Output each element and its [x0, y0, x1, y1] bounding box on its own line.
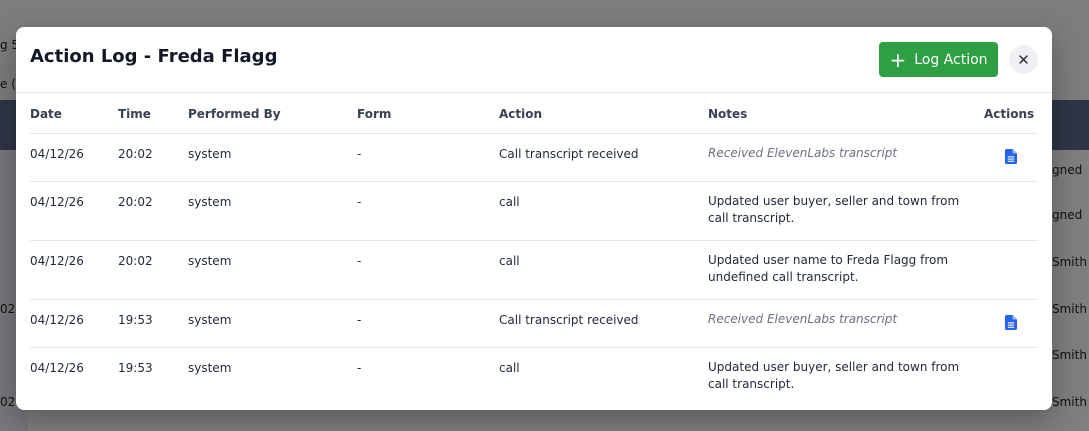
column-header-actions: Actions [984, 107, 1035, 121]
action-log-table: Date Time Performed By Form Action Notes… [30, 93, 1038, 406]
cell-date: 04/12/26 [30, 147, 84, 161]
table-row: 04/12/26 20:02 system - call Updated use… [30, 241, 1038, 300]
column-header-notes: Notes [708, 107, 748, 121]
cell-time: 19:53 [118, 313, 153, 327]
column-header-time: Time [118, 107, 151, 121]
cell-time: 19:53 [118, 361, 153, 375]
cell-performed-by: system [188, 254, 232, 268]
cell-action: Call transcript received [499, 313, 639, 327]
cell-notes: Updated user name to Freda Flagg from un… [708, 253, 949, 284]
cell-form: - [357, 313, 362, 327]
cell-notes: Received ElevenLabs transcript [708, 146, 898, 160]
cell-date: 04/12/26 [30, 254, 84, 268]
modal-title: Action Log - Freda Flagg [30, 46, 278, 67]
cell-action: Call transcript received [499, 147, 639, 161]
cell-form: - [357, 147, 362, 161]
plus-icon: + [889, 47, 907, 72]
table-row: 04/12/26 19:53 system - Call transcript … [30, 300, 1038, 348]
cell-performed-by: system [188, 195, 232, 209]
cell-time: 20:02 [118, 254, 153, 268]
column-header-action: Action [499, 107, 543, 121]
cell-date: 04/12/26 [30, 361, 84, 375]
document-icon[interactable] [1005, 149, 1017, 164]
cell-time: 20:02 [118, 195, 153, 209]
cell-notes: Updated user buyer, seller and town from… [708, 360, 960, 391]
action-log-modal: Action Log - Freda Flagg + Log Action ✕ … [16, 27, 1052, 410]
close-button[interactable]: ✕ [1009, 45, 1038, 74]
cell-date: 04/12/26 [30, 195, 84, 209]
cell-date: 04/12/26 [30, 313, 84, 327]
table-row: 04/12/26 19:53 system - call Updated use… [30, 348, 1038, 406]
cell-form: - [357, 195, 362, 209]
cell-notes: Received ElevenLabs transcript [708, 312, 898, 326]
cell-action: call [499, 254, 520, 268]
cell-form: - [357, 361, 362, 375]
column-header-performed-by: Performed By [188, 107, 281, 121]
column-header-date: Date [30, 107, 62, 121]
cell-action: call [499, 195, 520, 209]
log-action-button[interactable]: + Log Action [879, 42, 998, 77]
cell-performed-by: system [188, 147, 232, 161]
column-header-form: Form [357, 107, 392, 121]
modal-header: Action Log - Freda Flagg + Log Action ✕ [16, 27, 1052, 93]
table-row: 04/12/26 20:02 system - Call transcript … [30, 134, 1038, 182]
cell-form: - [357, 254, 362, 268]
close-icon: ✕ [1017, 50, 1030, 69]
cell-time: 20:02 [118, 147, 153, 161]
table-header: Date Time Performed By Form Action Notes… [30, 93, 1038, 134]
log-action-label: Log Action [914, 51, 988, 68]
cell-notes: Updated user buyer, seller and town from… [708, 194, 960, 225]
table-row: 04/12/26 20:02 system - call Updated use… [30, 182, 1038, 241]
cell-performed-by: system [188, 313, 232, 327]
cell-action: call [499, 361, 520, 375]
cell-performed-by: system [188, 361, 232, 375]
document-icon[interactable] [1005, 315, 1017, 330]
